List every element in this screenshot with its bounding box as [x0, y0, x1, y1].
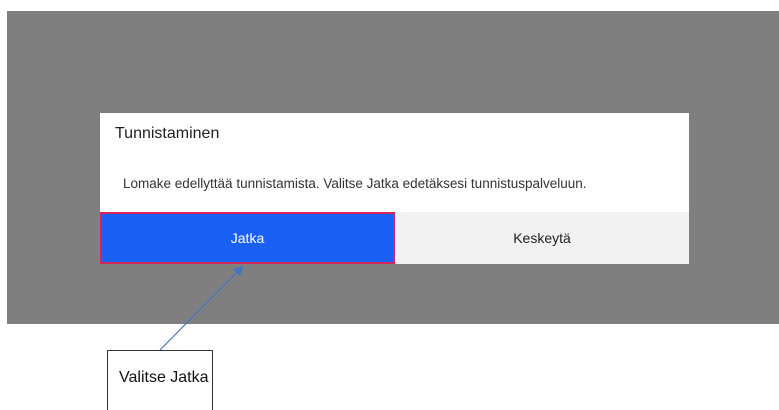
dialog-button-row: Jatka Keskeytä: [100, 212, 689, 264]
dialog-title: Tunnistaminen: [115, 125, 220, 142]
cancel-button[interactable]: Keskeytä: [395, 212, 689, 264]
dialog-message: Lomake edellyttää tunnistamista. Valitse…: [123, 176, 587, 191]
continue-button[interactable]: Jatka: [100, 212, 395, 264]
authentication-dialog: Tunnistaminen Lomake edellyttää tunnista…: [100, 113, 689, 264]
callout-text: Valitse Jatka: [119, 369, 209, 386]
screenshot-stage: Tunnistaminen Lomake edellyttää tunnista…: [0, 0, 779, 410]
callout-box: Valitse Jatka: [107, 350, 213, 410]
